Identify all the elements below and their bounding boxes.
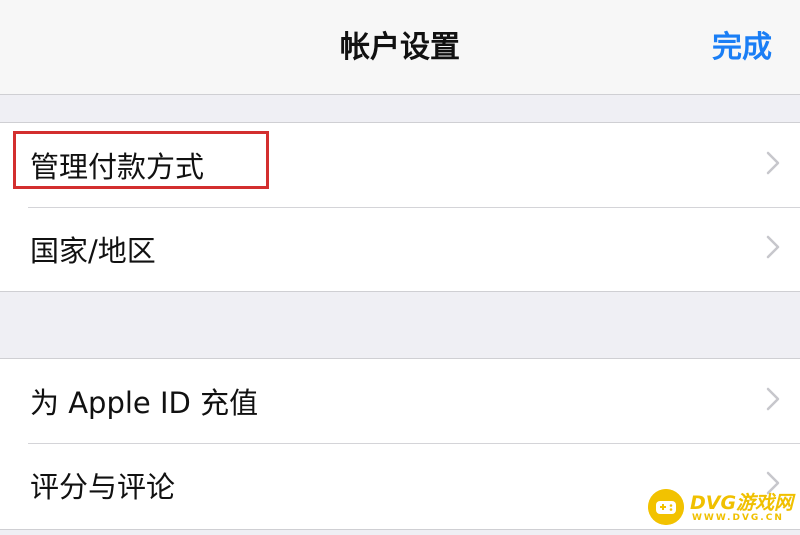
row-label: 评分与评论: [30, 470, 176, 504]
gamepad-icon: [648, 489, 684, 525]
done-button[interactable]: 完成: [712, 22, 772, 66]
watermark-url: WWW.DVG.CN: [692, 513, 784, 523]
chevron-right-icon: [766, 235, 780, 259]
navigation-bar: 帐户设置 完成: [0, 0, 800, 95]
settings-group-payment: 管理付款方式 国家/地区: [0, 122, 800, 292]
country-region-row[interactable]: 国家/地区: [0, 207, 800, 291]
manage-payment-row[interactable]: 管理付款方式: [0, 123, 800, 207]
row-label: 国家/地区: [30, 234, 156, 268]
chevron-right-icon: [766, 387, 780, 411]
chevron-right-icon: [766, 151, 780, 175]
watermark: DVG游戏网 WWW.DVG.CN: [648, 486, 794, 530]
row-label: 为 Apple ID 充值: [30, 386, 259, 420]
row-label: 管理付款方式: [30, 150, 205, 184]
apple-id-topup-row[interactable]: 为 Apple ID 充值: [0, 359, 800, 443]
page-title: 帐户设置: [340, 30, 460, 65]
watermark-name: DVG游戏网: [690, 492, 794, 514]
